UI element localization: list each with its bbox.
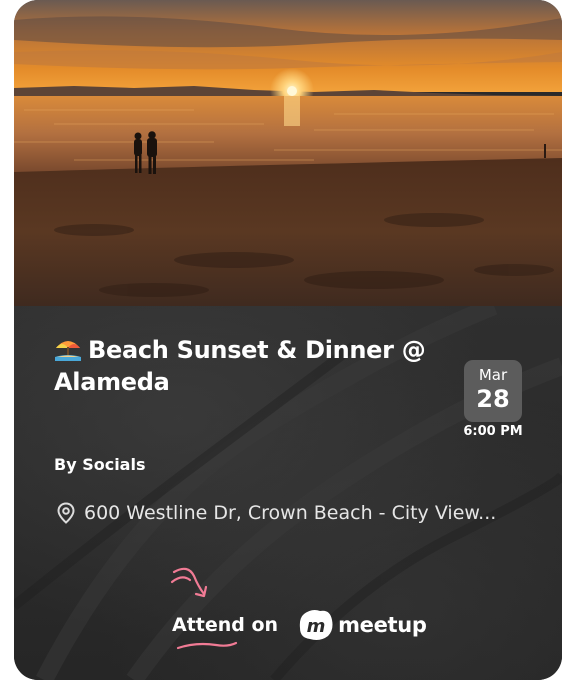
meetup-wordmark: meetup [338, 613, 427, 637]
event-location[interactable]: 600 Westline Dr, Crown Beach - City View… [54, 501, 524, 525]
event-location-text: 600 Westline Dr, Crown Beach - City View… [84, 502, 497, 524]
event-time: 6:00 PM [463, 424, 523, 439]
event-title-text: Beach Sunset & Dinner @ Alameda [54, 336, 426, 396]
svg-text:m: m [307, 616, 326, 637]
attend-label: Attend on [172, 614, 278, 650]
event-cover-image [14, 0, 562, 306]
event-title[interactable]: Beach Sunset & Dinner @ Alameda [54, 334, 444, 398]
event-organizer[interactable]: By Socials [54, 455, 145, 474]
page: Beach Sunset & Dinner @ Alameda Mar 28 6… [0, 0, 566, 684]
event-details-panel: Beach Sunset & Dinner @ Alameda Mar 28 6… [14, 306, 562, 680]
date-badge: Mar 28 [464, 360, 522, 422]
meetup-logo-icon: m [299, 610, 333, 640]
curved-arrow-icon [170, 567, 208, 598]
date-day: 28 [476, 385, 510, 413]
attend-on-meetup-button[interactable]: Attend on m meetup [172, 608, 427, 650]
event-card[interactable]: Beach Sunset & Dinner @ Alameda Mar 28 6… [14, 0, 562, 680]
date-month: Mar [478, 366, 508, 384]
meetup-logo: m meetup [298, 608, 427, 642]
underline-doodle-icon [176, 641, 238, 650]
beach-umbrella-icon [55, 341, 81, 361]
map-pin-icon [57, 502, 75, 524]
